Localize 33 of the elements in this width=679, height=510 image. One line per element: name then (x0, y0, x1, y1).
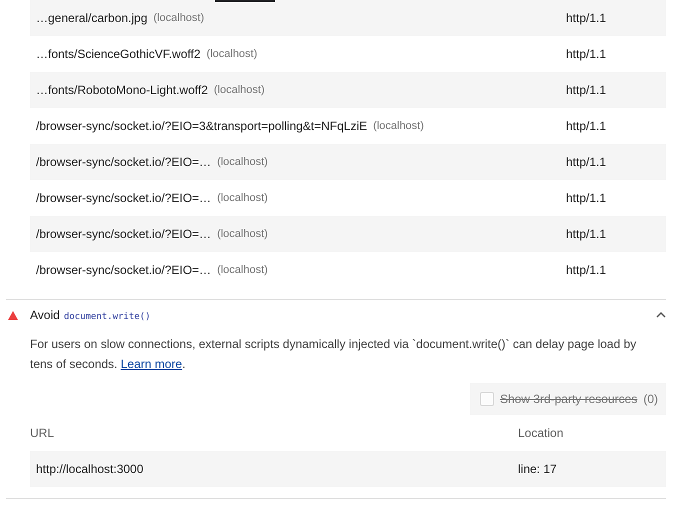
protocol-text: http/1.1 (566, 155, 608, 169)
audit-description: For users on slow connections, external scripts dynamically injected via `document.write()` can delay page load by tens of seconds. Learn more. (30, 336, 638, 373)
protocol-text: http/1.1 (566, 47, 608, 61)
url-text: /browser-sync/socket.io/?EIO=… (36, 191, 212, 205)
chevron-icon[interactable] (656, 312, 666, 318)
protocol-text: http/1.1 (566, 83, 608, 97)
url-text: …general/carbon.jpg (36, 11, 148, 25)
location-text: line: 17 (518, 462, 558, 476)
learn-more-link[interactable]: Learn more (120, 357, 182, 371)
warning-icon (8, 310, 18, 320)
url-text: /browser-sync/socket.io/?EIO=3&transport=polling&t=NFqLziE (36, 119, 368, 133)
url-text: /browser-sync/socket.io/?EIO=… (36, 155, 212, 169)
protocol-text: http/1.1 (566, 11, 608, 25)
host-text: (localhost) (214, 84, 265, 96)
url-text: …fonts/ScienceGothicVF.woff2 (36, 47, 201, 61)
host-text: (localhost) (217, 264, 268, 276)
host-text: (localhost) (217, 228, 268, 240)
url-text: /browser-sync/socket.io/?EIO=… (36, 227, 212, 241)
host-text: (localhost) (373, 120, 424, 132)
protocol-text: http/1.1 (566, 191, 608, 205)
url-text: http://localhost:3000 (36, 462, 144, 476)
host-text: (localhost) (153, 12, 204, 24)
url-text: /browser-sync/socket.io/?EIO=… (36, 263, 212, 277)
column-header: Location (518, 426, 564, 440)
protocol-text: http/1.1 (566, 263, 608, 277)
host-text: (localhost) (217, 156, 268, 168)
host-text: (localhost) (206, 48, 258, 60)
audit-title[interactable]: Avoid document.write() (30, 308, 151, 322)
url-text: …fonts/RobotoMono-Light.woff2 (36, 83, 208, 97)
protocol-text: http/1.1 (566, 227, 608, 241)
column-header: URL (30, 426, 56, 440)
host-text: (localhost) (217, 192, 268, 204)
protocol-text: http/1.1 (566, 119, 608, 133)
